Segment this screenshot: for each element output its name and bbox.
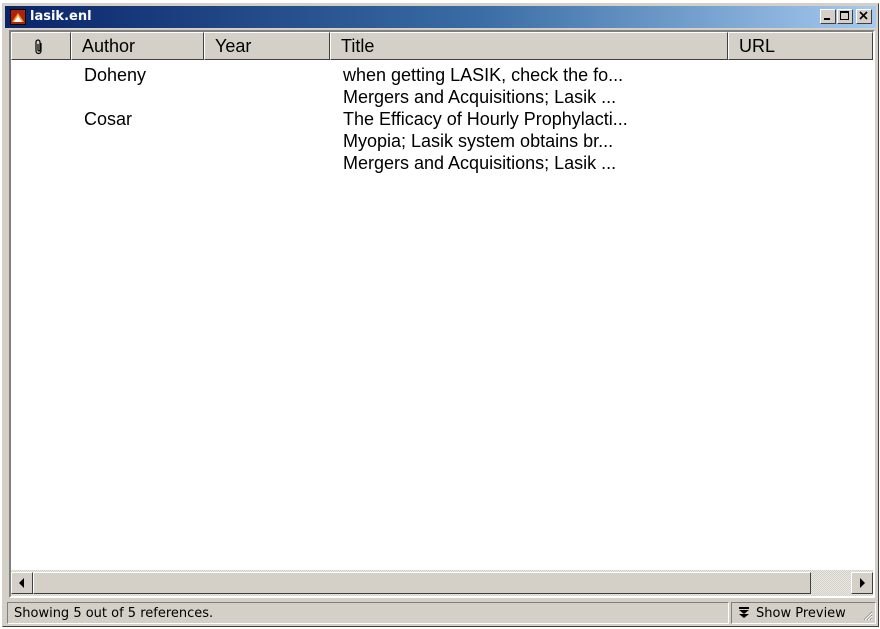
maximize-icon [840, 11, 849, 20]
title-cell: The Efficacy of Hourly Prophylacti... [343, 109, 628, 129]
table-row[interactable]: Cosar The Efficacy of Hourly Prophylacti… [11, 108, 873, 130]
reference-list[interactable]: Author Year Title URL Doheny when gettin… [9, 30, 875, 598]
title-cell: Mergers and Acquisitions; Lasik ... [343, 153, 617, 173]
column-url[interactable]: URL [728, 32, 873, 60]
column-year[interactable]: Year [204, 32, 330, 60]
resize-grip-icon[interactable] [861, 609, 873, 621]
horizontal-scrollbar[interactable] [11, 570, 873, 596]
minimize-button[interactable] [820, 9, 836, 24]
window-title: lasik.enl [30, 9, 92, 24]
title-cell: Mergers and Acquisitions; Lasik ... [343, 87, 617, 107]
close-icon [859, 11, 868, 20]
status-panel: Showing 5 out of 5 references. [7, 602, 729, 624]
column-attachment[interactable] [11, 32, 71, 60]
scroll-right-button[interactable] [851, 572, 873, 594]
column-author[interactable]: Author [71, 32, 204, 60]
status-bar: Showing 5 out of 5 references. Show Prev… [5, 601, 876, 626]
scrollbar-thumb[interactable] [33, 572, 811, 594]
minimize-icon [824, 18, 830, 20]
library-window: lasik.enl Author Year Title URL Doheny w… [2, 3, 879, 627]
table-row[interactable]: Mergers and Acquisitions; Lasik ... [11, 86, 873, 108]
author-cell: Doheny [84, 65, 147, 85]
close-button[interactable] [856, 9, 872, 24]
maximize-button[interactable] [837, 9, 853, 24]
table-row[interactable]: Mergers and Acquisitions; Lasik ... [11, 152, 873, 174]
table-row[interactable]: Myopia; Lasik system obtains br... [11, 130, 873, 152]
show-preview-button[interactable]: Show Preview [731, 602, 876, 624]
double-chevron-down-icon [739, 607, 749, 618]
arrow-left-icon [19, 578, 24, 588]
reference-count-text: Showing 5 out of 5 references. [14, 606, 214, 621]
author-cell: Cosar [84, 109, 133, 129]
table-row[interactable]: Doheny when getting LASIK, check the fo.… [11, 64, 873, 86]
column-title[interactable]: Title [330, 32, 728, 60]
scroll-left-button[interactable] [11, 572, 33, 594]
title-bar[interactable]: lasik.enl [5, 6, 876, 28]
paperclip-icon [35, 39, 42, 55]
title-cell: Myopia; Lasik system obtains br... [343, 131, 614, 151]
endnote-library-icon[interactable] [10, 9, 26, 25]
show-preview-label: Show Preview [756, 606, 846, 621]
arrow-right-icon [860, 578, 865, 588]
title-cell: when getting LASIK, check the fo... [343, 65, 624, 85]
column-header: Author Year Title URL [11, 32, 873, 60]
